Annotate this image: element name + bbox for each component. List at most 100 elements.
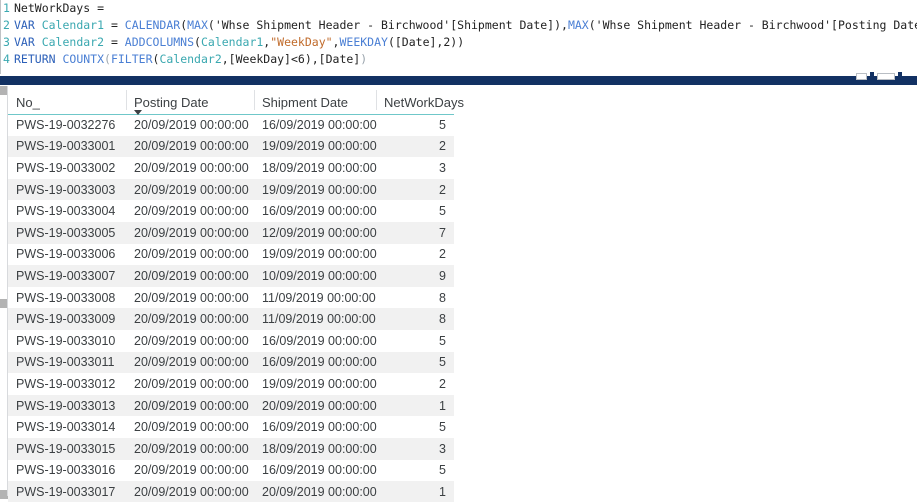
cell-no: PWS-19-0033005 xyxy=(8,221,126,244)
column-separator[interactable] xyxy=(254,90,255,110)
cell-post: 20/09/2019 00:00:00 xyxy=(126,221,254,244)
code-token: Calendar1 xyxy=(200,35,264,49)
cell-net: 5 xyxy=(376,416,454,438)
column-separator[interactable] xyxy=(376,90,377,110)
editor-table-divider-bar xyxy=(0,76,917,85)
code-token: CALENDAR xyxy=(124,18,181,32)
cell-net: 2 xyxy=(376,243,454,266)
table-row[interactable]: PWS-19-0033013 20/09/2019 00:00:00 20/09/2… xyxy=(8,394,454,417)
table-row[interactable]: PWS-19-0033004 20/09/2019 00:00:00 16/09/2… xyxy=(8,200,454,222)
line-number: 4 xyxy=(3,52,10,66)
cell-net: 9 xyxy=(376,265,454,287)
code-token: = xyxy=(104,18,125,32)
formula-line[interactable]: 2 VAR Calendar1 = CALENDAR(MAX('Whse Ship… xyxy=(0,17,917,34)
table-row[interactable]: PWS-19-0033007 20/09/2019 00:00:00 10/09/2… xyxy=(8,265,454,287)
table-row[interactable]: PWS-19-0033009 20/09/2019 00:00:00 11/09/2… xyxy=(8,308,454,330)
formula-line[interactable]: 4 RETURN COUNTX(FILTER(Calendar2,[WeekDay… xyxy=(0,51,917,68)
restore-button[interactable] xyxy=(877,72,895,80)
column-header-post[interactable]: Posting Date xyxy=(126,86,254,115)
table-row[interactable]: PWS-19-0033016 20/09/2019 00:00:00 16/09/2… xyxy=(8,459,454,482)
table-row[interactable]: PWS-19-0033012 20/09/2019 00:00:00 19/09/2… xyxy=(8,373,454,395)
formula-line[interactable]: 3 VAR Calendar2 = ADDCOLUMNS(Calendar1,"W… xyxy=(0,34,917,51)
column-header-ship[interactable]: Shipment Date xyxy=(254,86,376,115)
cell-net: 5 xyxy=(376,200,454,222)
cell-no: PWS-19-0033002 xyxy=(8,157,126,179)
line-number: 2 xyxy=(3,18,10,32)
cell-net: 5 xyxy=(376,351,454,374)
cell-ship: 18/09/2019 00:00:00 xyxy=(254,437,377,460)
cell-no: PWS-19-0033001 xyxy=(8,135,126,158)
cell-ship: 16/09/2019 00:00:00 xyxy=(254,416,377,438)
code-token: VAR xyxy=(14,18,42,32)
cell-ship: 19/09/2019 00:00:00 xyxy=(254,178,377,201)
formula-line[interactable]: 1 NetWorkDays = xyxy=(0,0,917,17)
table-row[interactable]: PWS-19-0033003 20/09/2019 00:00:00 19/09/2… xyxy=(8,178,454,201)
table-row[interactable]: PWS-19-0033010 20/09/2019 00:00:00 16/09/2… xyxy=(8,329,454,352)
cell-post: 20/09/2019 00:00:00 xyxy=(126,394,254,417)
cell-no: PWS-19-0033008 xyxy=(8,286,126,309)
table-row[interactable]: PWS-19-0033017 20/09/2019 00:00:00 20/09/2… xyxy=(8,481,454,502)
cell-ship: 16/09/2019 00:00:00 xyxy=(254,329,377,352)
dax-formula-editor[interactable]: 1 NetWorkDays = 2 VAR Calendar1 = CALENDAR(… xyxy=(0,0,917,74)
cell-no: PWS-19-0033014 xyxy=(8,416,126,438)
cell-ship: 16/09/2019 00:00:00 xyxy=(254,114,377,136)
column-header-label: No_ xyxy=(16,94,40,110)
cell-net: 5 xyxy=(376,459,454,482)
cell-no: PWS-19-0033013 xyxy=(8,394,126,417)
cell-post: 20/09/2019 00:00:00 xyxy=(126,329,254,352)
cell-net: 1 xyxy=(376,481,454,502)
table-row[interactable]: PWS-19-0032276 20/09/2019 00:00:00 16/09/2… xyxy=(8,114,454,136)
column-header-no[interactable]: No_ xyxy=(8,86,126,115)
table-row[interactable]: PWS-19-0033014 20/09/2019 00:00:00 16/09/2… xyxy=(8,416,454,438)
code-token: ( xyxy=(104,52,111,66)
sort-descending-icon[interactable] xyxy=(134,109,142,115)
code-token: = xyxy=(104,35,125,49)
column-separator[interactable] xyxy=(126,90,127,110)
table-row[interactable]: PWS-19-0033008 20/09/2019 00:00:00 11/09/2… xyxy=(8,286,454,309)
cell-net: 1 xyxy=(376,394,454,417)
cell-net: 5 xyxy=(376,329,454,352)
cell-ship: 20/09/2019 00:00:00 xyxy=(254,481,377,502)
code-token: Calendar1 xyxy=(41,18,105,32)
cell-net: 8 xyxy=(376,286,454,309)
cell-post: 20/09/2019 00:00:00 xyxy=(126,437,254,460)
table-row[interactable]: PWS-19-0033011 20/09/2019 00:00:00 16/09/2… xyxy=(8,351,454,374)
cell-post: 20/09/2019 00:00:00 xyxy=(126,286,254,309)
cell-net: 3 xyxy=(376,157,454,179)
window-controls[interactable] xyxy=(856,70,917,82)
cell-post: 20/09/2019 00:00:00 xyxy=(126,243,254,266)
grid-body: PWS-19-0032276 20/09/2019 00:00:00 16/09/2… xyxy=(8,114,454,502)
dax-measure-editor-window: 1 NetWorkDays = 2 VAR Calendar1 = CALENDAR(… xyxy=(0,0,917,502)
cell-no: PWS-19-0033010 xyxy=(8,329,126,352)
formula-code: VAR Calendar1 = CALENDAR(MAX('Whse Shipm… xyxy=(14,17,917,34)
code-token: "WeekDay" xyxy=(270,35,333,49)
cell-post: 20/09/2019 00:00:00 xyxy=(126,178,254,201)
table-row[interactable]: PWS-19-0033006 20/09/2019 00:00:00 19/09/2… xyxy=(8,243,454,266)
code-token: ('Whse Shipment Header - Birchwood'[Post… xyxy=(588,18,917,32)
window-controls-separator xyxy=(870,71,874,81)
formula-line-list: 1 NetWorkDays = 2 VAR Calendar1 = CALENDAR(… xyxy=(0,0,917,68)
cell-no: PWS-19-0033004 xyxy=(8,200,126,222)
column-header-net[interactable]: NetWorkDays xyxy=(376,86,464,115)
table-row[interactable]: PWS-19-0033005 20/09/2019 00:00:00 12/09/2… xyxy=(8,221,454,244)
table-row[interactable]: PWS-19-0033001 20/09/2019 00:00:00 19/09/2… xyxy=(8,135,454,158)
line-number: 3 xyxy=(3,35,10,49)
cell-ship: 20/09/2019 00:00:00 xyxy=(254,394,377,417)
table-row[interactable]: PWS-19-0033002 20/09/2019 00:00:00 18/09/2… xyxy=(8,157,454,179)
cell-post: 20/09/2019 00:00:00 xyxy=(126,416,254,438)
cell-post: 20/09/2019 00:00:00 xyxy=(126,157,254,179)
cell-ship: 16/09/2019 00:00:00 xyxy=(254,200,377,222)
cell-net: 7 xyxy=(376,221,454,244)
minimize-button[interactable] xyxy=(856,72,867,80)
editor-left-caret xyxy=(0,0,1,74)
cell-no: PWS-19-0033003 xyxy=(8,178,126,201)
cell-ship: 11/09/2019 00:00:00 xyxy=(254,308,376,330)
cell-ship: 18/09/2019 00:00:00 xyxy=(254,157,377,179)
code-token: ) xyxy=(360,52,368,66)
cell-ship: 11/09/2019 00:00:00 xyxy=(254,286,376,309)
window-controls-separator-2 xyxy=(898,71,902,81)
code-token: ,[WeekDay]<6),[Date] xyxy=(221,52,361,66)
line-number: 1 xyxy=(3,1,10,15)
code-token: RETURN xyxy=(14,52,63,66)
table-row[interactable]: PWS-19-0033015 20/09/2019 00:00:00 18/09/2… xyxy=(8,437,454,460)
